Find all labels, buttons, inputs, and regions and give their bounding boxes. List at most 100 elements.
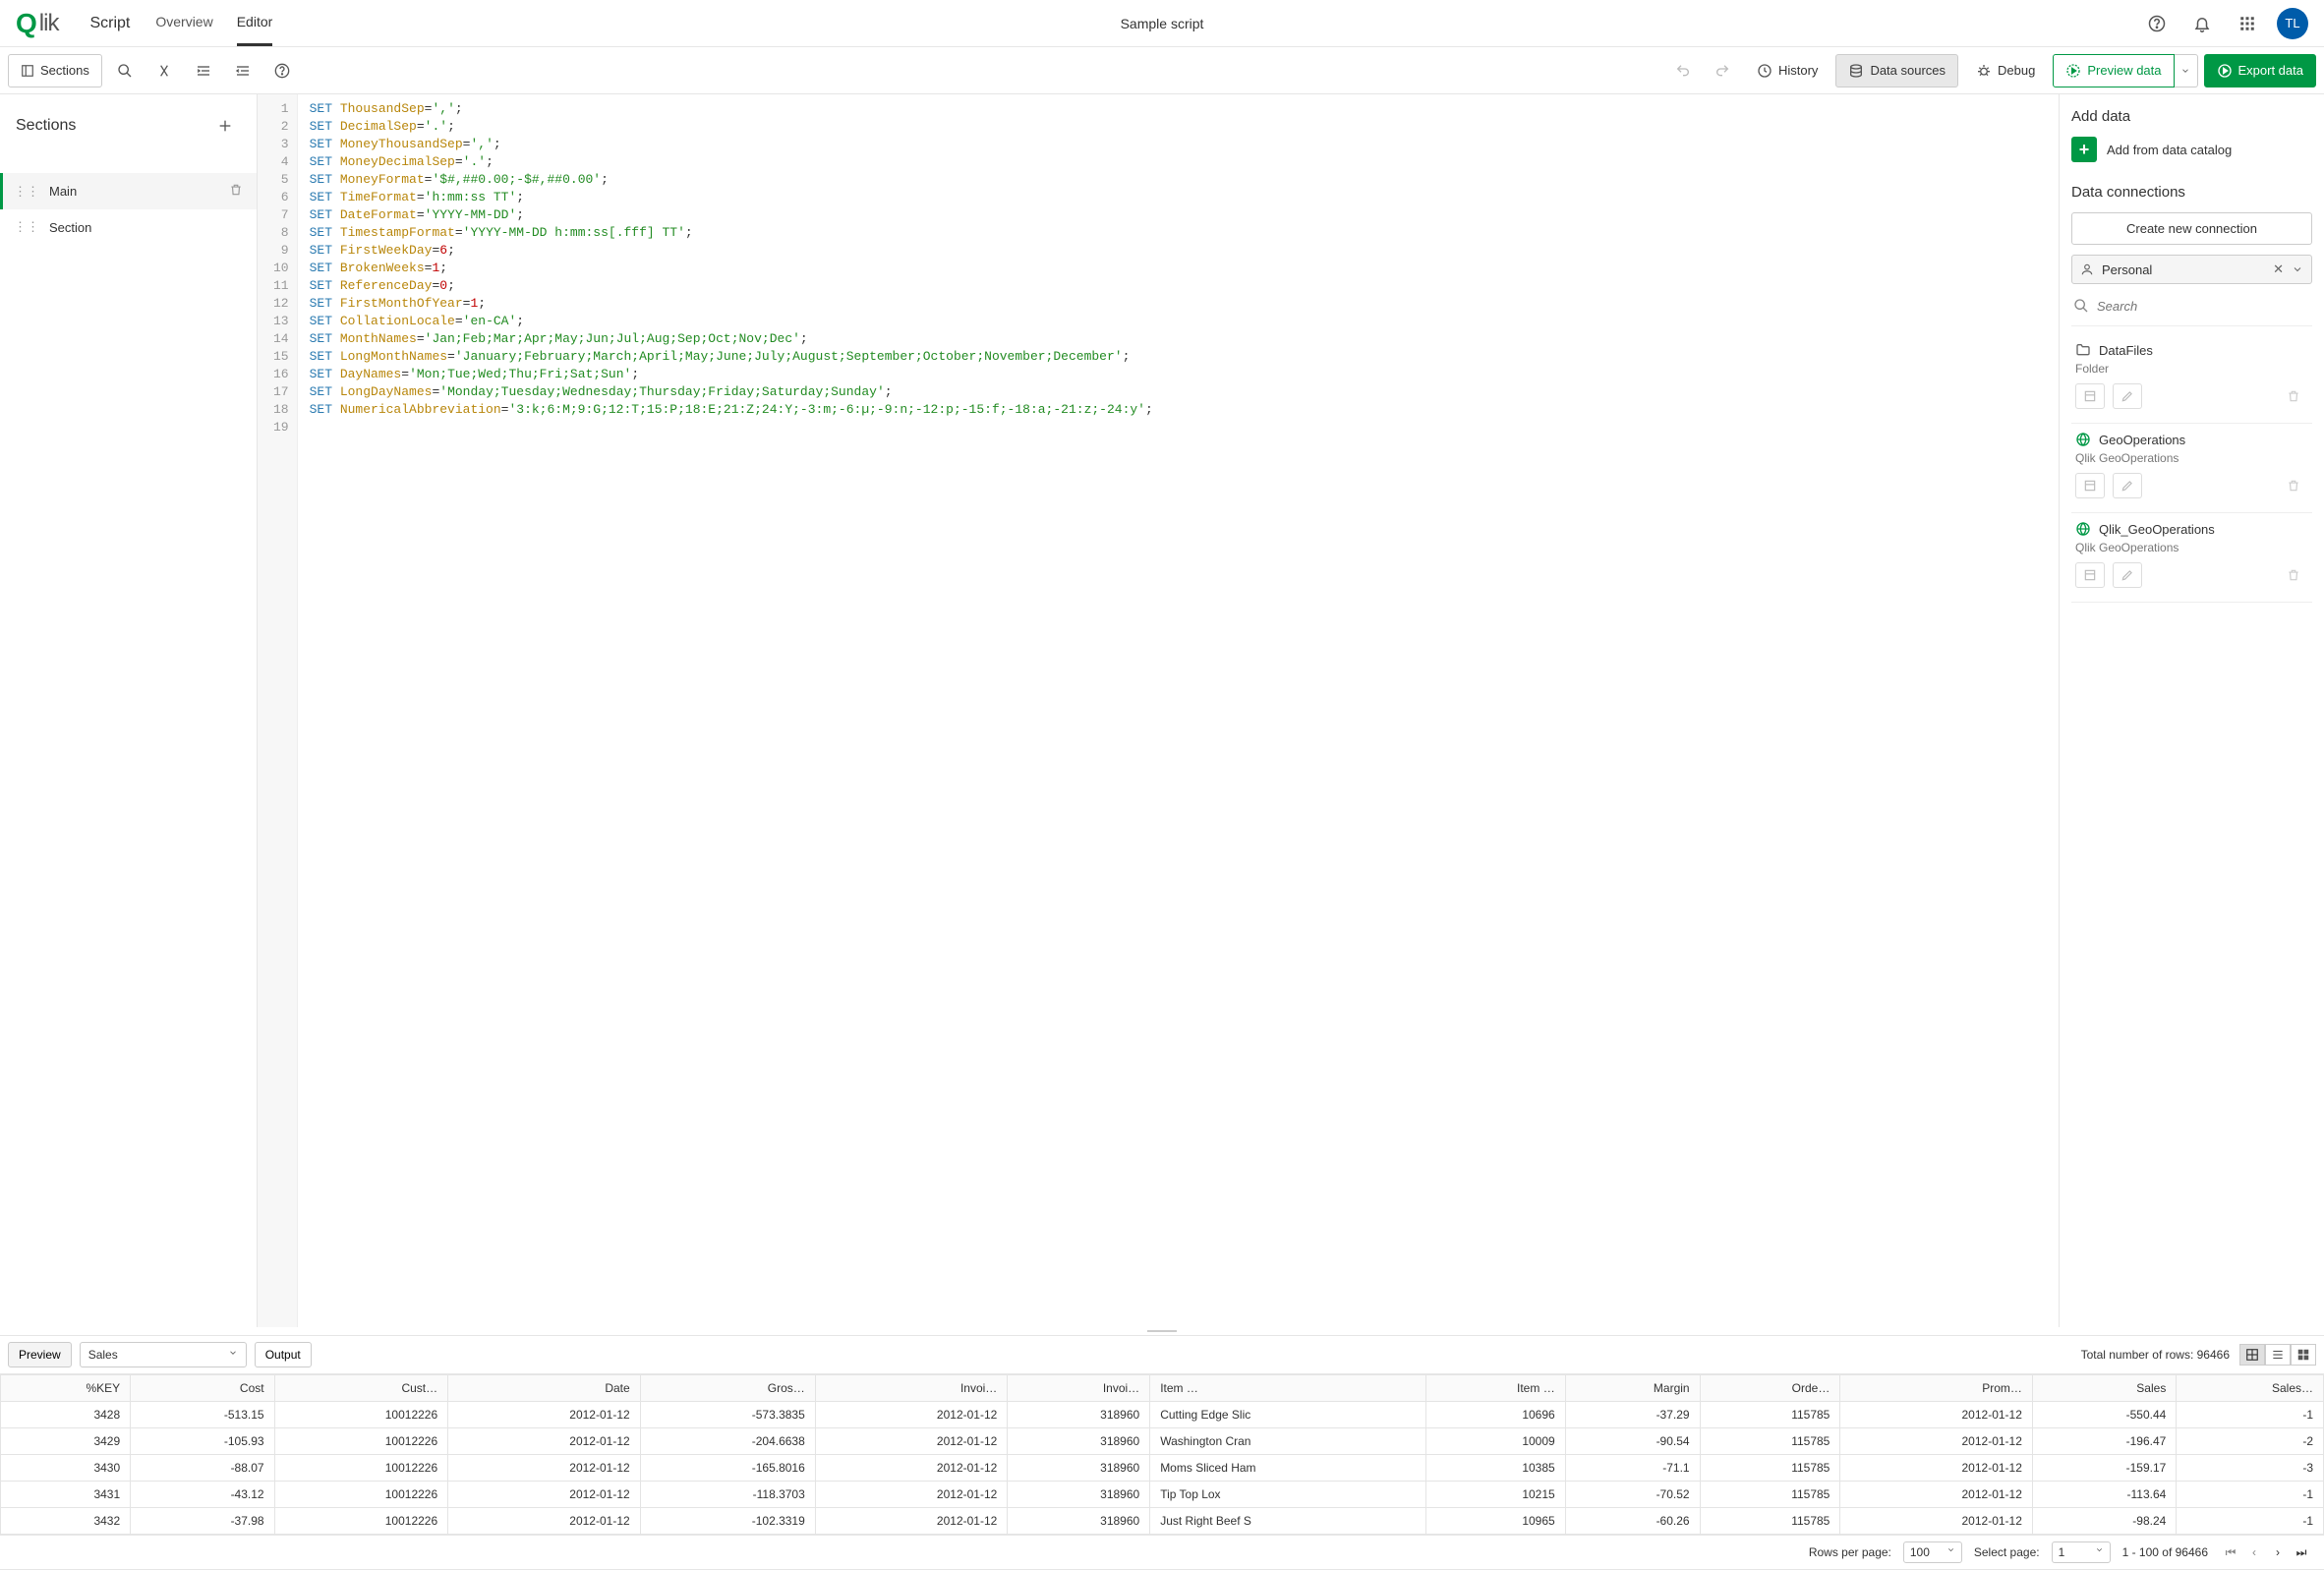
column-header[interactable]: Margin xyxy=(1565,1375,1700,1402)
app-logo: Qlik xyxy=(16,8,66,39)
help-icon[interactable] xyxy=(2141,8,2173,39)
page-range-label: 1 - 100 of 96466 xyxy=(2122,1545,2208,1559)
edit-connection-icon[interactable] xyxy=(2113,473,2142,498)
table-row[interactable]: 3430-88.07100122262012-01-12-165.8016201… xyxy=(1,1455,2324,1482)
indent-icon[interactable] xyxy=(187,54,220,87)
space-selector[interactable]: Personal ✕ xyxy=(2071,255,2312,284)
comment-icon[interactable] xyxy=(147,54,181,87)
connection-name: Qlik_GeoOperations xyxy=(2099,522,2215,537)
rows-per-page-label: Rows per page: xyxy=(1809,1545,1891,1559)
delete-connection-icon[interactable] xyxy=(2279,383,2308,409)
script-editor[interactable]: 12345678910111213141516171819 SET Thousa… xyxy=(258,94,2059,1327)
column-header[interactable]: Cost xyxy=(131,1375,274,1402)
column-header[interactable]: Gros… xyxy=(640,1375,815,1402)
column-header[interactable]: Date xyxy=(448,1375,641,1402)
column-header[interactable]: Item … xyxy=(1150,1375,1426,1402)
delete-connection-icon[interactable] xyxy=(2279,562,2308,588)
column-header[interactable]: Cust… xyxy=(274,1375,448,1402)
search-icon[interactable] xyxy=(108,54,142,87)
add-from-catalog-button[interactable]: + Add from data catalog xyxy=(2071,137,2312,162)
section-label: Main xyxy=(49,184,77,199)
chevron-down-icon[interactable] xyxy=(2292,263,2303,275)
view-list-icon[interactable] xyxy=(2265,1344,2291,1366)
avatar[interactable]: TL xyxy=(2277,8,2308,39)
debug-button[interactable]: Debug xyxy=(1964,54,2047,87)
first-page-icon[interactable]: ⏮ xyxy=(2220,1545,2241,1560)
resize-handle[interactable] xyxy=(0,1327,2324,1335)
globe-icon xyxy=(2075,521,2091,537)
prev-page-icon[interactable]: ‹ xyxy=(2243,1545,2265,1560)
connection-item[interactable]: DataFilesFolder xyxy=(2071,334,2312,424)
total-rows-label: Total number of rows: 96466 xyxy=(2081,1348,2230,1362)
table-row[interactable]: 3432-37.98100122262012-01-12-102.3319201… xyxy=(1,1508,2324,1535)
page-title: Sample script xyxy=(1121,16,1204,31)
connection-item[interactable]: GeoOperationsQlik GeoOperations xyxy=(2071,424,2312,513)
add-data-heading: Add data xyxy=(2071,108,2312,125)
help-toolbar-icon[interactable] xyxy=(265,54,299,87)
plus-icon: + xyxy=(2071,137,2097,162)
column-header[interactable]: Invoi… xyxy=(815,1375,1008,1402)
column-header[interactable]: Sales… xyxy=(2177,1375,2324,1402)
globe-icon xyxy=(2075,432,2091,447)
column-header[interactable]: Item … xyxy=(1426,1375,1566,1402)
table-row[interactable]: 3428-513.15100122262012-01-12-573.383520… xyxy=(1,1402,2324,1428)
column-header[interactable]: %KEY xyxy=(1,1375,131,1402)
tab-editor[interactable]: Editor xyxy=(237,0,273,46)
connection-search-input[interactable] xyxy=(2097,299,2310,314)
preview-data-button[interactable]: Preview data xyxy=(2053,54,2174,87)
view-grid-icon[interactable] xyxy=(2239,1344,2265,1366)
undo-icon[interactable] xyxy=(1666,54,1700,87)
sidebar-section-item[interactable]: ⋮⋮ Main xyxy=(0,173,257,209)
chevron-down-icon xyxy=(228,1348,238,1358)
edit-connection-icon[interactable] xyxy=(2113,562,2142,588)
select-page-label: Select page: xyxy=(1974,1545,2040,1559)
export-data-button[interactable]: Export data xyxy=(2204,54,2317,87)
select-data-icon[interactable] xyxy=(2075,473,2105,498)
connection-name: DataFiles xyxy=(2099,343,2153,358)
output-button[interactable]: Output xyxy=(255,1342,312,1367)
preview-table-select[interactable]: Sales xyxy=(80,1342,247,1367)
search-icon xyxy=(2073,298,2089,314)
connection-type: Qlik GeoOperations xyxy=(2075,451,2308,465)
breadcrumb-script[interactable]: Script xyxy=(89,15,130,32)
view-cards-icon[interactable] xyxy=(2291,1344,2316,1366)
clear-space-icon[interactable]: ✕ xyxy=(2273,262,2284,277)
delete-icon[interactable] xyxy=(229,183,243,200)
outdent-icon[interactable] xyxy=(226,54,260,87)
preview-dropdown-icon[interactable] xyxy=(2175,54,2198,87)
folder-icon xyxy=(2075,342,2091,358)
redo-icon[interactable] xyxy=(1706,54,1739,87)
edit-connection-icon[interactable] xyxy=(2113,383,2142,409)
history-button[interactable]: History xyxy=(1745,54,1830,87)
preview-tab[interactable]: Preview xyxy=(8,1342,72,1367)
select-data-icon[interactable] xyxy=(2075,562,2105,588)
column-header[interactable]: Sales xyxy=(2032,1375,2176,1402)
drag-handle-icon[interactable]: ⋮⋮ xyxy=(14,184,39,200)
table-row[interactable]: 3431-43.12100122262012-01-12-118.3703201… xyxy=(1,1482,2324,1508)
sections-toggle-button[interactable]: Sections xyxy=(8,54,102,87)
column-header[interactable]: Invoi… xyxy=(1008,1375,1150,1402)
sidebar-section-item[interactable]: ⋮⋮Section xyxy=(0,209,257,245)
drag-handle-icon[interactable]: ⋮⋮ xyxy=(14,219,39,235)
table-row[interactable]: 3429-105.93100122262012-01-12-204.663820… xyxy=(1,1428,2324,1455)
select-page-select[interactable]: 1 xyxy=(2052,1541,2111,1563)
connection-type: Qlik GeoOperations xyxy=(2075,541,2308,554)
sections-heading: Sections xyxy=(16,117,76,135)
column-header[interactable]: Orde… xyxy=(1700,1375,1840,1402)
apps-grid-icon[interactable] xyxy=(2232,8,2263,39)
create-connection-button[interactable]: Create new connection xyxy=(2071,212,2312,245)
tab-overview[interactable]: Overview xyxy=(155,0,212,46)
select-data-icon[interactable] xyxy=(2075,383,2105,409)
connection-item[interactable]: Qlik_GeoOperations Qlik GeoOperations xyxy=(2071,513,2312,603)
column-header[interactable]: Prom… xyxy=(1840,1375,2033,1402)
next-page-icon[interactable]: › xyxy=(2267,1545,2289,1560)
data-sources-button[interactable]: Data sources xyxy=(1835,54,1958,87)
data-connections-heading: Data connections xyxy=(2071,184,2312,201)
last-page-icon[interactable]: ⏭ xyxy=(2291,1545,2312,1560)
delete-connection-icon[interactable] xyxy=(2279,473,2308,498)
add-section-icon[interactable] xyxy=(209,110,241,142)
bell-icon[interactable] xyxy=(2186,8,2218,39)
person-icon xyxy=(2080,262,2094,276)
preview-table: %KEYCostCust…DateGros…Invoi…Invoi…Item …… xyxy=(0,1374,2324,1535)
rows-per-page-select[interactable]: 100 xyxy=(1903,1541,1962,1563)
